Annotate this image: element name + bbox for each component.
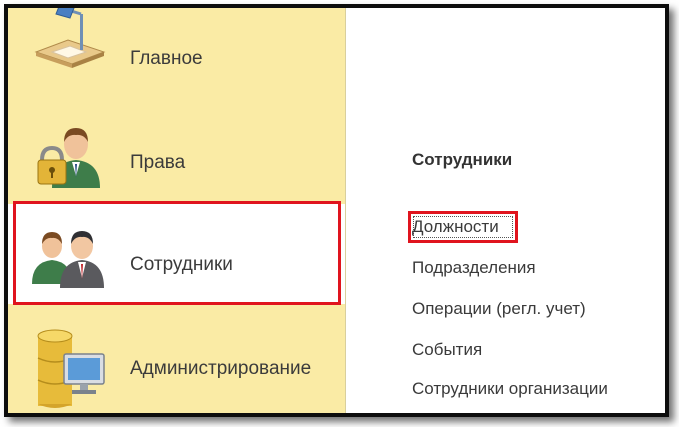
section-title: Сотрудники — [412, 150, 513, 169]
link-org-employees[interactable]: Сотрудники организации — [412, 379, 608, 399]
sections-sidebar: Главное Права Сотрудники Администрирован… — [8, 8, 346, 413]
sidebar-item-label: Сотрудники — [130, 254, 233, 275]
link-operations[interactable]: Операции (регл. учет) — [412, 299, 586, 319]
sidebar-item-main[interactable]: Главное — [8, 8, 345, 100]
link-positions[interactable]: Должности — [412, 217, 499, 237]
sidebar-item-label: Администрирование — [130, 358, 312, 379]
link-departments[interactable]: Подразделения — [412, 258, 536, 278]
sidebar-item-label: Права — [130, 152, 186, 173]
sidebar-item-administration[interactable]: Администрирование — [8, 312, 345, 412]
link-events[interactable]: События — [412, 340, 482, 360]
employees-icon — [28, 222, 108, 293]
user-lock-icon — [36, 118, 108, 195]
sidebar-item-employees[interactable]: Сотрудники — [8, 204, 345, 304]
app-window: Главное Права Сотрудники Администрирован… — [4, 4, 669, 417]
sidebar-item-label: Главное — [130, 48, 203, 69]
desk-lamp-icon — [30, 8, 110, 75]
sidebar-item-rights[interactable]: Права — [8, 106, 345, 206]
section-content: Сотрудники Должности Подразделения Опера… — [346, 8, 665, 413]
database-monitor-icon — [30, 328, 110, 413]
